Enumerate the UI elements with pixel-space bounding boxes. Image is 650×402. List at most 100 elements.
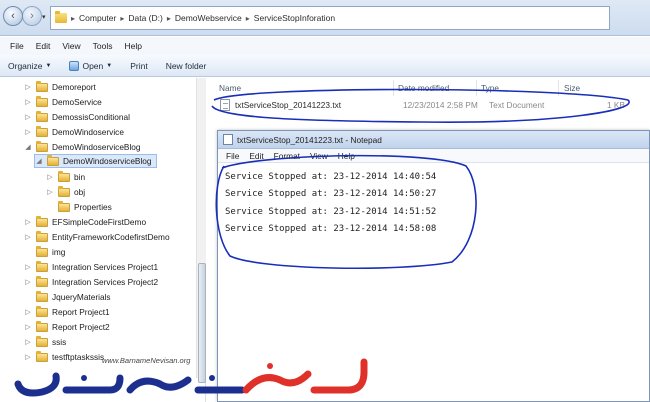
- menu-file[interactable]: File: [10, 41, 24, 51]
- chevron-right-icon[interactable]: ▷: [24, 83, 32, 91]
- chevron-right-icon[interactable]: ▷: [24, 218, 32, 226]
- breadcrumb-servicestop[interactable]: ServiceStopInforation: [254, 13, 335, 23]
- tree-item-label: img: [52, 247, 66, 257]
- chevron-down-icon[interactable]: ◢: [35, 157, 43, 165]
- chevron-right-icon: ▸: [166, 13, 171, 23]
- chevron-down-icon: ▼: [106, 62, 113, 69]
- folder-icon: [55, 11, 67, 23]
- folder-icon: [36, 140, 48, 152]
- menu-help[interactable]: Help: [124, 41, 141, 51]
- column-divider[interactable]: [393, 80, 394, 96]
- watermark-logo: www.BarnameNevisan.org: [12, 350, 374, 398]
- column-header-name[interactable]: Name: [219, 80, 241, 96]
- chevron-right-icon[interactable]: ▷: [24, 338, 32, 346]
- breadcrumb-computer[interactable]: Computer: [79, 13, 116, 23]
- menu-edit[interactable]: Edit: [36, 41, 51, 51]
- text-line: Service Stopped at: 23-12-2014 14:58:08: [225, 223, 437, 234]
- column-header-size[interactable]: Size: [564, 80, 580, 96]
- folder-icon: [36, 95, 48, 107]
- tree-item[interactable]: ▷ ssis: [24, 335, 66, 349]
- organize-button[interactable]: Organize ▼: [8, 61, 51, 71]
- notepad-titlebar[interactable]: txtServiceStop_20141223.txt - Notepad: [218, 131, 649, 149]
- breadcrumb-drive[interactable]: Data (D:): [128, 13, 162, 23]
- chevron-right-icon[interactable]: ▷: [24, 278, 32, 286]
- menu-view[interactable]: View: [62, 41, 80, 51]
- text-line: Service Stopped at: 23-12-2014 14:50:27: [225, 189, 437, 200]
- column-header-type[interactable]: Type: [481, 80, 499, 96]
- file-type: Text Document: [489, 100, 545, 110]
- address-input[interactable]: ▸ Computer ▸ Data (D:) ▸ DemoWebservice …: [50, 6, 610, 30]
- tree-item[interactable]: ▷ DemoService: [24, 95, 102, 109]
- tree-scrollbar[interactable]: [196, 78, 206, 383]
- new-folder-label: New folder: [165, 60, 207, 71]
- column-divider[interactable]: [476, 80, 477, 96]
- chevron-right-icon[interactable]: ▷: [24, 98, 32, 106]
- tree-item[interactable]: ▷ DemoWindoservice: [24, 125, 124, 139]
- tree-item[interactable]: ▷ Report Project2: [24, 320, 110, 334]
- folder-icon: [36, 80, 48, 92]
- chevron-right-icon[interactable]: ▷: [24, 323, 32, 331]
- chevron-right-icon[interactable]: ▷: [24, 308, 32, 316]
- tree-item-label: Demoreport: [52, 82, 96, 92]
- folder-icon: [36, 305, 48, 317]
- notepad-menu-format[interactable]: Format: [274, 151, 300, 161]
- chevron-right-icon[interactable]: ▷: [24, 233, 32, 241]
- chevron-right-icon: ▸: [245, 13, 250, 23]
- chevron-down-icon: ▾: [42, 14, 46, 21]
- tree-item[interactable]: img: [24, 245, 65, 259]
- chevron-down-icon[interactable]: ◢: [24, 143, 32, 151]
- menu-tools[interactable]: Tools: [93, 41, 113, 51]
- print-label: Print: [130, 60, 148, 71]
- column-header-date[interactable]: Date modified: [398, 80, 449, 96]
- notepad-menu-help[interactable]: Help: [338, 151, 355, 161]
- chevron-right-icon[interactable]: ▷: [46, 173, 54, 181]
- notepad-icon: [223, 134, 233, 145]
- chevron-right-icon[interactable]: ▷: [24, 113, 32, 121]
- column-divider[interactable]: [558, 80, 559, 96]
- tree-item[interactable]: ◢ DemoWindoserviceBlog: [24, 140, 141, 154]
- tree-item[interactable]: ▷ EntityFrameworkCodefirstDemo: [24, 230, 170, 244]
- command-bar: Organize ▼ Open ▼ Print New folder: [0, 55, 650, 77]
- new-folder-button[interactable]: New folder: [166, 61, 207, 71]
- file-row[interactable]: txtServiceStop_20141223.txt 12/23/2014 2…: [212, 97, 632, 113]
- chevron-right-icon[interactable]: ▷: [24, 263, 32, 271]
- folder-icon: [47, 154, 59, 166]
- folder-icon: [36, 215, 48, 227]
- recent-pages-dropdown[interactable]: ▾: [42, 13, 46, 21]
- tree-item[interactable]: JqueryMaterials: [24, 290, 111, 304]
- folder-icon: [36, 335, 48, 347]
- folder-icon: [36, 320, 48, 332]
- print-button[interactable]: Print: [130, 61, 147, 71]
- tree-item[interactable]: ▷ Demoreport: [24, 80, 96, 94]
- arrow-right-icon: ›: [30, 10, 34, 22]
- tree-item-label: DemoWindoservice: [52, 127, 124, 137]
- folder-icon: [36, 245, 48, 257]
- notepad-menu-view[interactable]: View: [310, 151, 328, 161]
- tree-item[interactable]: ▷ DemossisConditional: [24, 110, 130, 124]
- organize-label: Organize: [8, 60, 43, 71]
- tree-item[interactable]: ▷ Integration Services Project2: [24, 275, 158, 289]
- tree-item-label: JqueryMaterials: [52, 292, 111, 302]
- chevron-right-icon[interactable]: ▷: [46, 188, 54, 196]
- breadcrumb-demowebservice[interactable]: DemoWebservice: [175, 13, 242, 23]
- back-button[interactable]: ‹: [3, 6, 23, 26]
- notepad-menu-edit[interactable]: Edit: [249, 151, 263, 161]
- tree-item[interactable]: ▷ obj: [46, 185, 85, 199]
- notepad-menu-file[interactable]: File: [226, 151, 239, 161]
- chevron-right-icon[interactable]: ▷: [24, 128, 32, 136]
- open-icon: [69, 60, 80, 71]
- forward-button[interactable]: ›: [22, 6, 42, 26]
- folder-icon: [36, 275, 48, 287]
- folder-icon: [36, 290, 48, 302]
- notepad-menu-bar: File Edit Format View Help: [218, 149, 649, 163]
- tree-item[interactable]: Properties: [46, 200, 112, 214]
- tree-item[interactable]: ▷ Report Project1: [24, 305, 110, 319]
- tree-item[interactable]: ▷ EFSimpleCodeFirstDemo: [24, 215, 146, 229]
- tree-item-selected[interactable]: ◢ DemoWindoserviceBlog: [34, 154, 157, 168]
- tree-item-label: EFSimpleCodeFirstDemo: [52, 217, 147, 227]
- tree-item[interactable]: ▷ Integration Services Project1: [24, 260, 158, 274]
- open-button[interactable]: Open ▼: [69, 60, 113, 71]
- notepad-text-area[interactable]: Service Stopped at: 23-12-2014 14:40:54 S…: [225, 169, 436, 238]
- file-date: 12/23/2014 2:58 PM: [403, 100, 478, 110]
- tree-item[interactable]: ▷ bin: [46, 170, 85, 184]
